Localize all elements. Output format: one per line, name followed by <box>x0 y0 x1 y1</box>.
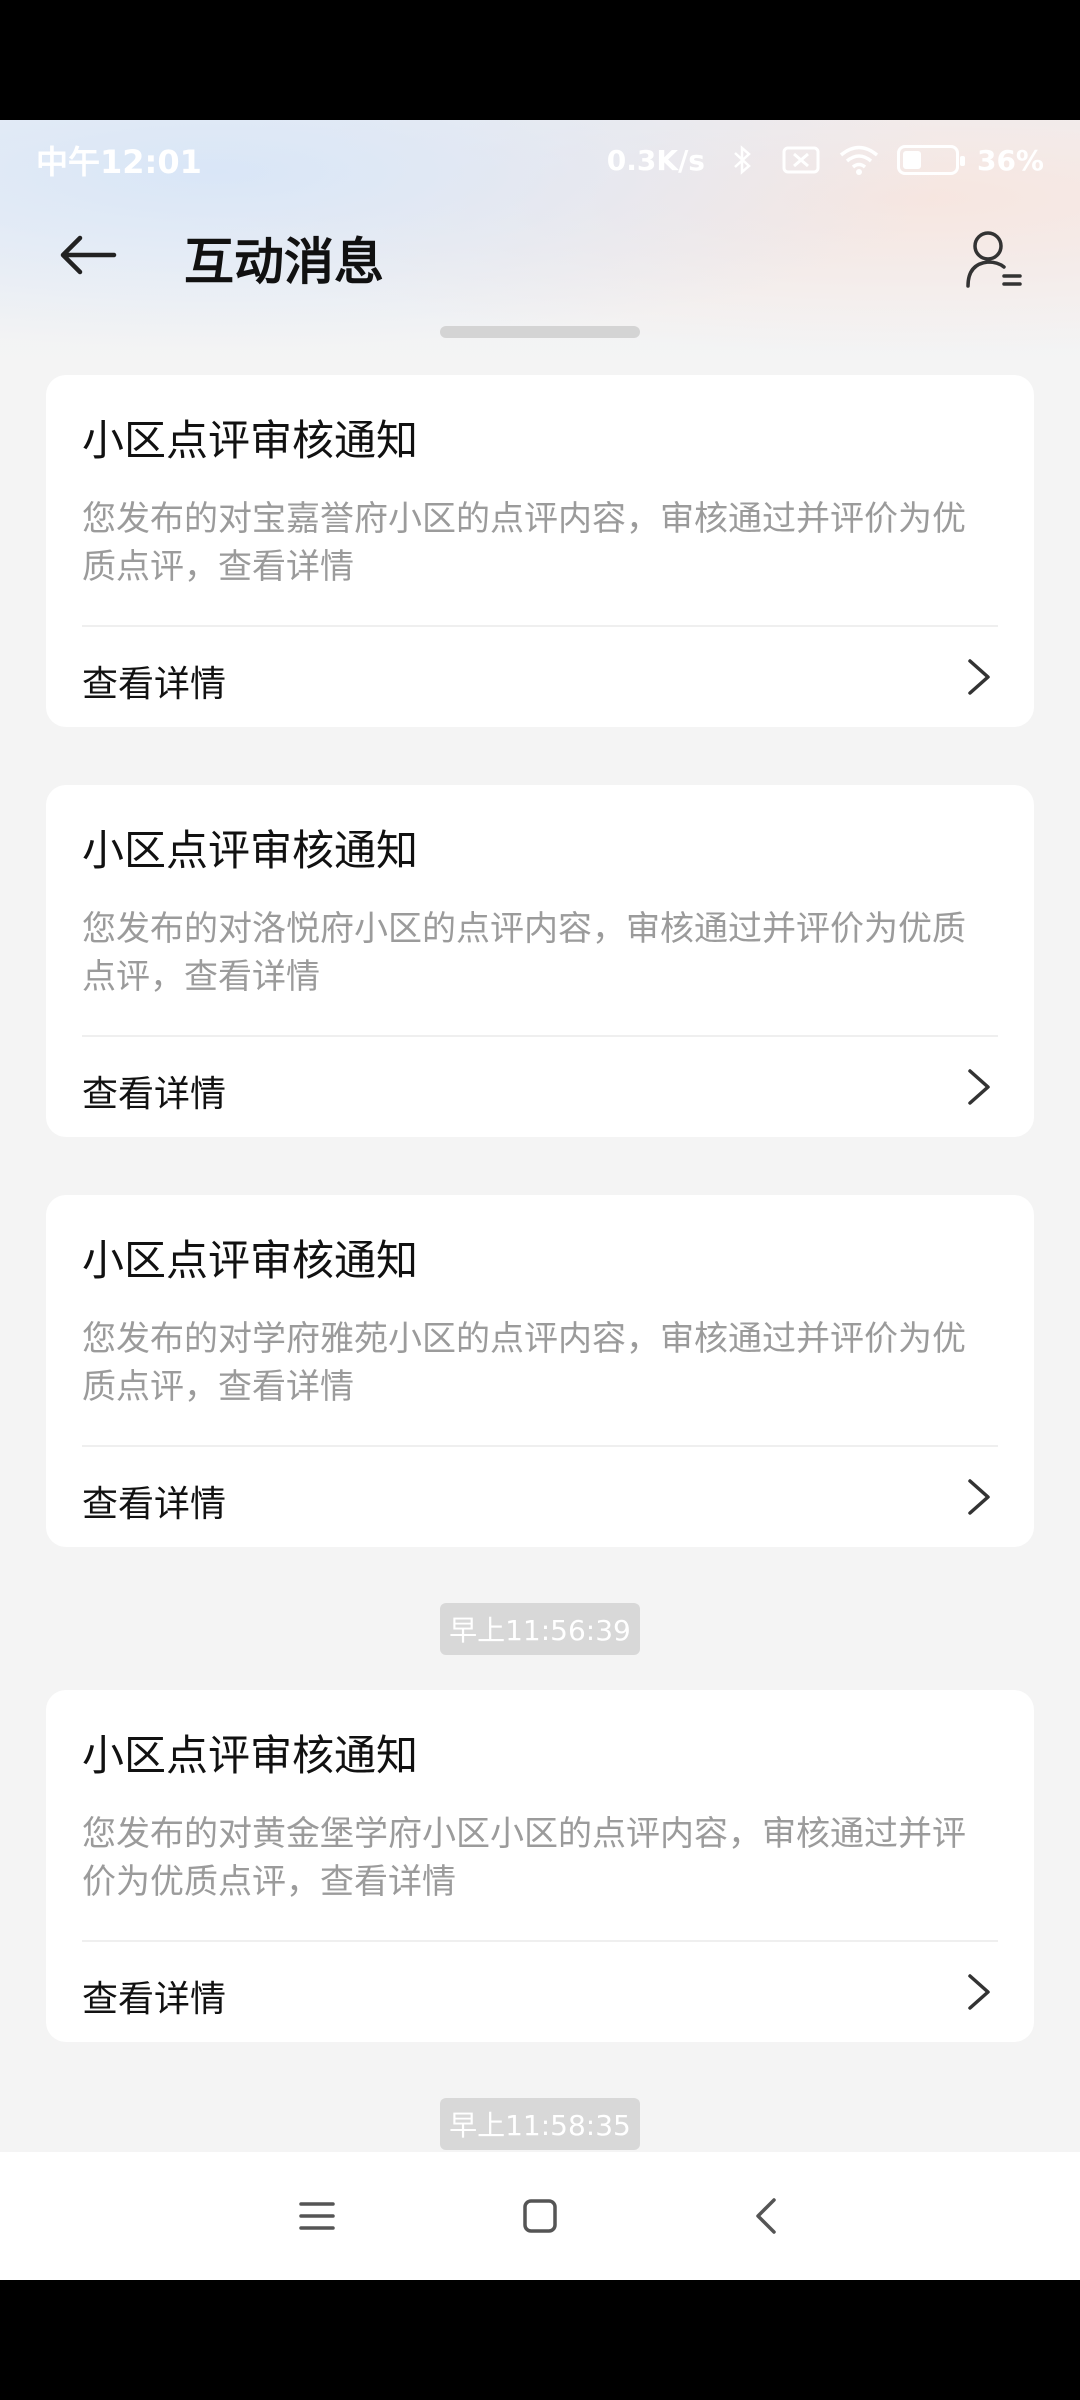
battery-icon <box>896 145 965 175</box>
profile-button[interactable] <box>954 220 1034 300</box>
wifi-icon <box>839 145 879 175</box>
card-title: 小区点评审核通知 <box>82 1731 419 1780</box>
back-button[interactable] <box>48 220 128 290</box>
status-icons: 0.3K/s 36% <box>607 144 1044 177</box>
arrow-left-icon <box>60 235 117 275</box>
message-card: 小区点评审核通知 您发布的对学府雅苑小区的点评内容，审核通过并评价为优质点评，查… <box>46 1195 1034 1547</box>
screen: 中午12:01 0.3K/s 36% 互动消息 小区点评审核通知 您发布的对宝嘉… <box>0 120 1080 2280</box>
no-sim-icon <box>782 146 820 174</box>
network-speed: 0.3K/s <box>606 143 705 177</box>
card-title: 小区点评审核通知 <box>82 416 419 465</box>
chevron-right-icon <box>968 1069 990 1105</box>
nav-menu-button[interactable] <box>287 2186 347 2246</box>
view-details-row[interactable]: 查看详情 <box>46 1037 1034 1137</box>
chevron-right-icon <box>968 1974 990 2010</box>
system-nav-bar <box>0 2152 1080 2280</box>
back-chevron-icon <box>756 2198 776 2234</box>
app-header: 互动消息 <box>0 200 1080 310</box>
view-details-label: 查看详情 <box>82 664 227 705</box>
battery-percent: 36% <box>976 143 1044 177</box>
view-details-row[interactable]: 查看详情 <box>46 1942 1034 2042</box>
menu-icon <box>299 2202 335 2230</box>
view-details-label: 查看详情 <box>82 1484 227 1525</box>
message-card: 小区点评审核通知 您发布的对洛悦府小区的点评内容，审核通过并评价为优质点评，查看… <box>46 785 1034 1137</box>
bluetooth-icon <box>734 145 751 175</box>
card-body: 您发布的对学府雅苑小区的点评内容，审核通过并评价为优质点评，查看详情 <box>82 1319 966 1407</box>
card-title: 小区点评审核通知 <box>82 826 419 875</box>
timestamp-badge: 早上11:56:39 <box>440 1603 640 1655</box>
status-bar: 中午12:01 0.3K/s 36% <box>0 120 1080 200</box>
view-details-row[interactable]: 查看详情 <box>46 627 1034 727</box>
timestamp-badge: 早上11:58:35 <box>440 2098 640 2150</box>
nav-back-button[interactable] <box>738 2186 798 2246</box>
message-card: 小区点评审核通知 您发布的对宝嘉誉府小区的点评内容，审核通过并评价为优质点评，查… <box>46 375 1034 727</box>
status-time: 中午12:01 <box>36 143 202 181</box>
home-square-icon <box>523 2199 557 2233</box>
device-frame: 中午12:01 0.3K/s 36% 互动消息 小区点评审核通知 您发布的对宝嘉… <box>0 0 1080 2400</box>
card-title: 小区点评审核通知 <box>82 1236 419 1285</box>
view-details-label: 查看详情 <box>82 1979 227 2020</box>
card-body: 您发布的对黄金堡学府小区小区的点评内容，审核通过并评价为优质点评，查看详情 <box>82 1814 966 1902</box>
card-body: 您发布的对宝嘉誉府小区的点评内容，审核通过并评价为优质点评，查看详情 <box>82 499 966 587</box>
view-details-row[interactable]: 查看详情 <box>46 1447 1034 1547</box>
chevron-right-icon <box>968 1479 990 1515</box>
user-list-icon <box>966 231 1022 288</box>
nav-home-button[interactable] <box>510 2186 570 2246</box>
page-title: 互动消息 <box>184 233 384 291</box>
message-card: 小区点评审核通知 您发布的对黄金堡学府小区小区的点评内容，审核通过并评价为优质点… <box>46 1690 1034 2042</box>
chevron-right-icon <box>968 659 990 695</box>
card-body: 您发布的对洛悦府小区的点评内容，审核通过并评价为优质点评，查看详情 <box>82 909 966 997</box>
battery-fill <box>902 151 921 169</box>
drag-handle <box>440 326 640 338</box>
view-details-label: 查看详情 <box>82 1074 227 1115</box>
